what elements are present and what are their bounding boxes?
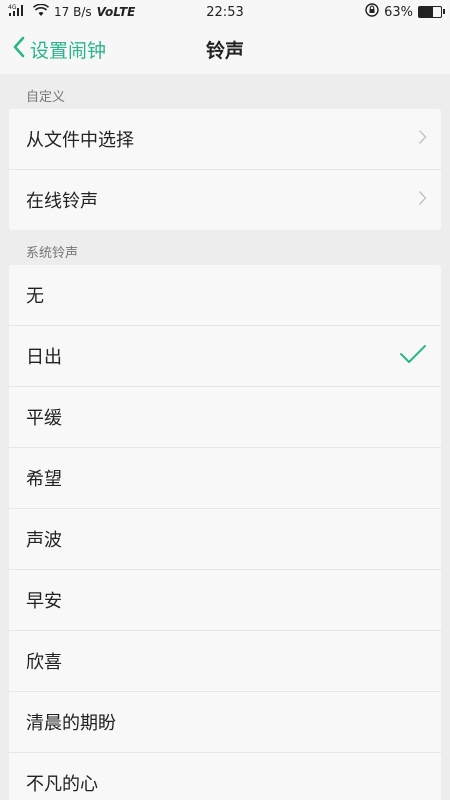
section-header-custom: 自定义 — [0, 74, 450, 109]
ringtone-option[interactable]: 声波 — [9, 509, 441, 570]
chevron-right-icon — [418, 129, 427, 150]
ringtone-label: 无 — [26, 286, 44, 307]
svg-text:4G: 4G — [8, 4, 17, 11]
nav-bar: 设置闹钟 铃声 — [0, 24, 450, 74]
ringtone-option[interactable]: 平缓 — [9, 387, 441, 448]
chevron-right-icon — [418, 190, 427, 211]
ringtone-label: 清晨的期盼 — [26, 713, 116, 734]
ringtone-label: 希望 — [26, 469, 62, 490]
ringtone-label: 早安 — [26, 591, 62, 612]
ringtone-option[interactable]: 日出 — [9, 326, 441, 387]
volte-indicator: VoLTE — [96, 5, 136, 19]
ringtone-option[interactable]: 无 — [9, 265, 441, 326]
battery-icon — [418, 6, 445, 18]
system-ringtone-list: 无 日出 平缓 希望 声波 早安 欣喜 清晨的期盼 不凡的心 — [9, 265, 441, 800]
ringtone-label: 欣喜 — [26, 652, 62, 673]
ringtone-option[interactable]: 不凡的心 — [9, 753, 441, 800]
ringtone-option[interactable]: 清晨的期盼 — [9, 692, 441, 753]
status-left: 4G 17 B/s VoLTE — [8, 3, 135, 21]
battery-fill — [419, 7, 433, 17]
back-button[interactable]: 设置闹钟 — [0, 24, 106, 74]
chevron-left-icon — [12, 36, 26, 63]
list-item-label: 从文件中选择 — [26, 130, 134, 151]
custom-ringtone-list: 从文件中选择 在线铃声 — [9, 109, 441, 230]
section-header-system: 系统铃声 — [0, 230, 450, 265]
ringtone-option[interactable]: 希望 — [9, 448, 441, 509]
ringtone-label: 不凡的心 — [26, 774, 98, 795]
ringtone-label: 声波 — [26, 530, 62, 551]
cellular-signal-icon: 4G — [8, 3, 28, 21]
battery-percent: 63% — [384, 4, 413, 20]
ringtone-label: 平缓 — [26, 408, 62, 429]
rotation-lock-icon — [365, 3, 379, 21]
ringtone-option[interactable]: 欣喜 — [9, 631, 441, 692]
wifi-icon — [32, 3, 50, 21]
back-label: 设置闹钟 — [30, 39, 107, 62]
ringtone-option[interactable]: 早安 — [9, 570, 441, 631]
list-item-online-ringtone[interactable]: 在线铃声 — [9, 170, 441, 230]
status-bar: 4G 17 B/s VoLTE 22:53 63% — [0, 0, 450, 24]
network-speed: 17 B/s — [54, 5, 92, 19]
list-item-label: 在线铃声 — [26, 191, 98, 212]
ringtone-label: 日出 — [26, 347, 62, 368]
list-item-choose-from-file[interactable]: 从文件中选择 — [9, 109, 441, 170]
status-right: 63% — [365, 3, 445, 21]
checkmark-icon — [399, 344, 427, 369]
